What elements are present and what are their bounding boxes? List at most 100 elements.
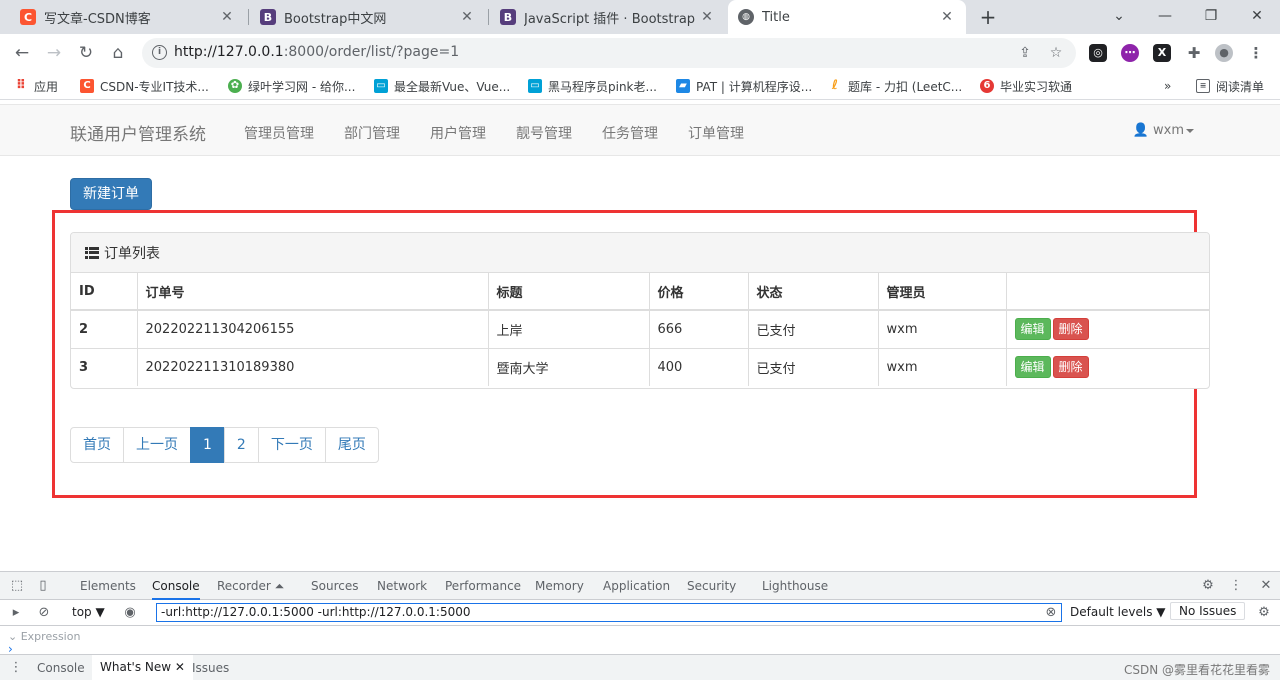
user-dropdown[interactable]: 👤 wxm: [1133, 123, 1194, 138]
browser-tab-bootstrap-js[interactable]: B JavaScript 插件 · Bootstrap v3 ✕: [490, 0, 726, 34]
profile-avatar-icon[interactable]: ●: [1215, 44, 1233, 62]
bookmarks-overflow-button[interactable]: »: [1164, 77, 1171, 95]
devtools-tab-security[interactable]: Security: [687, 572, 736, 600]
delete-button[interactable]: 删除: [1052, 318, 1089, 341]
drawer-tab-whats-new[interactable]: What's New ✕: [92, 655, 193, 680]
context-value: top: [72, 605, 92, 619]
bookmark-leetcode[interactable]: ℓ 题库 - 力扣 (LeetC...: [828, 77, 962, 95]
close-icon[interactable]: ✕: [938, 9, 956, 25]
clear-filter-icon[interactable]: ⊗: [1043, 605, 1059, 621]
reload-icon[interactable]: ↻: [75, 42, 97, 64]
delete-button[interactable]: 删除: [1052, 356, 1089, 379]
gear-icon[interactable]: ⚙: [1200, 578, 1216, 594]
close-icon[interactable]: ✕: [218, 9, 236, 25]
devtools-tab-lighthouse[interactable]: Lighthouse: [762, 572, 828, 600]
devtools-tab-application[interactable]: Application: [603, 572, 670, 600]
window-close-icon[interactable]: ✕: [1234, 0, 1280, 34]
column-header-status: 状态: [747, 273, 879, 311]
minimize-icon[interactable]: —: [1142, 0, 1188, 34]
devtools-tab-performance[interactable]: Performance: [445, 572, 521, 600]
bookmark-label: 最全最新Vue、Vue...: [394, 79, 511, 94]
nav-number-management[interactable]: 靓号管理: [516, 123, 572, 143]
new-tab-button[interactable]: +: [976, 4, 1000, 30]
navbar-brand[interactable]: 联通用户管理系统: [70, 120, 206, 145]
inspect-element-icon[interactable]: ⬚: [9, 578, 25, 594]
nav-admin-management[interactable]: 管理员管理: [244, 123, 314, 143]
context-selector[interactable]: top ▼: [72, 605, 105, 619]
close-icon[interactable]: ✕: [1258, 578, 1274, 594]
live-expression[interactable]: ⌄ Expression: [8, 630, 80, 643]
bilibili-icon: ▭: [528, 79, 542, 93]
order-table: ID 订单号 标题 价格 状态 管理员 2 202202211304206155…: [71, 273, 1209, 386]
sidebar-toggle-icon[interactable]: ▸: [8, 605, 24, 621]
edit-button[interactable]: 编辑: [1014, 318, 1051, 341]
url-text[interactable]: http://127.0.0.1:8000/order/list/?page=1: [174, 44, 459, 60]
nav-task-management[interactable]: 任务管理: [602, 123, 658, 143]
close-icon[interactable]: ✕: [698, 9, 716, 25]
edit-button[interactable]: 编辑: [1014, 356, 1051, 379]
device-toolbar-icon[interactable]: ▯: [35, 578, 51, 594]
devtools-tab-elements[interactable]: Elements: [80, 572, 136, 600]
drawer-menu-icon[interactable]: ⋮: [8, 660, 24, 676]
drawer-tab-issues[interactable]: Issues: [192, 655, 229, 680]
pagination-last[interactable]: 尾页: [324, 427, 379, 463]
address-bar[interactable]: i http://127.0.0.1:8000/order/list/?page…: [142, 38, 1076, 68]
nav-department-management[interactable]: 部门管理: [344, 123, 400, 143]
browser-tab-bootstrap[interactable]: B Bootstrap中文网 ✕: [250, 0, 486, 34]
bookmark-csdn[interactable]: C CSDN-专业IT技术...: [80, 77, 209, 95]
back-arrow-icon[interactable]: ←: [11, 42, 33, 64]
close-icon[interactable]: ✕: [175, 660, 185, 674]
issues-button[interactable]: No Issues: [1170, 602, 1246, 620]
bookmark-softcom[interactable]: 6 毕业实习软通: [980, 77, 1072, 95]
extension-icon[interactable]: ◎: [1089, 44, 1107, 62]
bookmark-label: 应用: [34, 79, 59, 94]
nav-user-management[interactable]: 用户管理: [430, 123, 486, 143]
tab-title: Bootstrap中文网: [284, 11, 387, 27]
clear-console-icon[interactable]: ⊘: [36, 605, 52, 621]
list-icon: [85, 246, 99, 259]
table-row: 2 202202211304206155 上岸 666 已支付 wxm 编辑 删除: [71, 309, 1209, 349]
eye-icon[interactable]: ◉: [122, 605, 138, 621]
nav-order-management[interactable]: 订单管理: [688, 123, 744, 143]
pagination-prev[interactable]: 上一页: [123, 427, 191, 463]
restore-icon[interactable]: ❐: [1188, 0, 1234, 34]
close-icon[interactable]: ✕: [458, 9, 476, 25]
reading-list-button[interactable]: ≡ 阅读清单: [1196, 77, 1264, 95]
browser-tab-csdn[interactable]: C 写文章-CSDN博客 ✕: [10, 0, 246, 34]
bookmark-pink[interactable]: ▭ 黑马程序员pink老...: [528, 77, 657, 95]
console-filter-input[interactable]: -url:http://127.0.0.1:5000 -url:http://1…: [156, 603, 1062, 622]
devtools-tab-console[interactable]: Console: [152, 572, 200, 600]
tab-search-chevron-icon[interactable]: ⌄: [1096, 0, 1142, 34]
log-levels-dropdown[interactable]: Default levels ▼: [1070, 605, 1166, 619]
devtools-tab-network[interactable]: Network: [377, 572, 427, 600]
bookmark-star-icon[interactable]: ☆: [1047, 44, 1065, 62]
devtools-tab-recorder[interactable]: Recorder ⏶: [217, 572, 284, 600]
pagination-page-2[interactable]: 2: [223, 427, 259, 463]
pagination-first[interactable]: 首页: [70, 427, 124, 463]
forward-arrow-icon[interactable]: →: [43, 42, 65, 64]
bookmark-vue[interactable]: ▭ 最全最新Vue、Vue...: [374, 77, 510, 95]
pagination-page-1[interactable]: 1: [190, 427, 225, 463]
browser-toolbar: ← → ↻ ⌂ i http://127.0.0.1:8000/order/li…: [0, 34, 1280, 72]
kebab-menu-icon[interactable]: ⋮: [1247, 44, 1265, 62]
new-order-button[interactable]: 新建订单: [70, 178, 152, 210]
share-icon[interactable]: ⇪: [1016, 44, 1034, 62]
browser-tab-title-active[interactable]: ◍ Title ✕: [728, 0, 966, 34]
devtools-tab-sources[interactable]: Sources: [311, 572, 358, 600]
extension-icon[interactable]: ⋯: [1121, 44, 1139, 62]
pagination-next[interactable]: 下一页: [257, 427, 326, 463]
bookmark-lvye[interactable]: ✿ 绿叶学习网 - 给你...: [228, 77, 355, 95]
bookmark-apps[interactable]: ⠿ 应用: [14, 77, 58, 95]
user-name: wxm: [1153, 123, 1184, 138]
bookmarks-bar: ⠿ 应用 C CSDN-专业IT技术... ✿ 绿叶学习网 - 给你... ▭ …: [0, 72, 1280, 100]
devtools-tab-memory[interactable]: Memory: [535, 572, 584, 600]
kebab-menu-icon[interactable]: ⋮: [1228, 578, 1244, 594]
drawer-tab-console[interactable]: Console: [37, 655, 85, 680]
bookmark-pat[interactable]: ▰ PAT | 计算机程序设...: [676, 77, 812, 95]
gear-icon[interactable]: ⚙: [1256, 605, 1272, 621]
browser-tab-strip: C 写文章-CSDN博客 ✕ B Bootstrap中文网 ✕ B JavaSc…: [0, 0, 1280, 34]
puzzle-icon[interactable]: ✚: [1185, 44, 1203, 62]
home-icon[interactable]: ⌂: [107, 42, 129, 64]
extension-x-icon[interactable]: X: [1153, 44, 1171, 62]
site-info-icon[interactable]: i: [152, 45, 167, 60]
